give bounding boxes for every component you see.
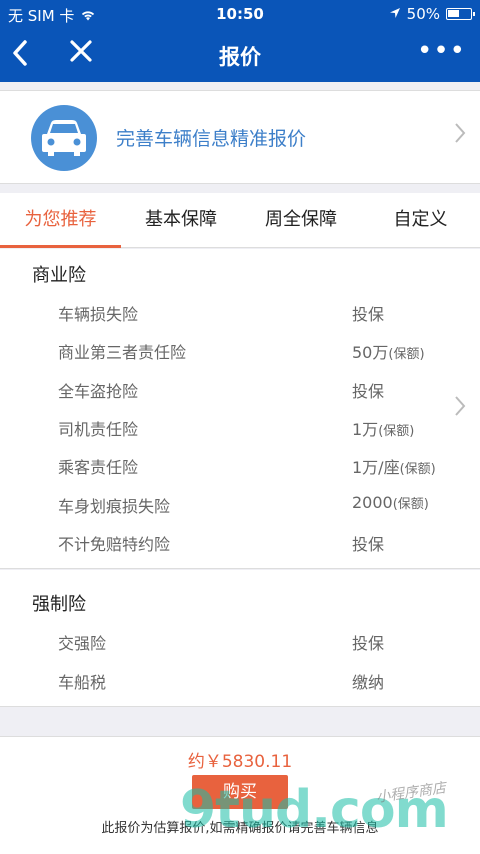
- chevron-right-icon: [454, 394, 466, 424]
- tab-recommended[interactable]: 为您推荐: [0, 193, 121, 247]
- coverage-value: 50万(保额): [352, 343, 425, 362]
- active-tab-indicator: [0, 245, 121, 248]
- nav-bar: 报价 •••: [0, 28, 480, 82]
- quote-footer: 约￥5830.11 购买 此报价为估算报价,如需精确报价请完善车辆信息: [0, 736, 480, 854]
- section-title: 强制险: [32, 594, 86, 615]
- coverage-label: 交强险: [58, 634, 107, 653]
- car-info-link: 完善车辆信息精准报价: [116, 128, 307, 150]
- coverage-label: 商业第三者责任险: [58, 343, 187, 362]
- coverage-label: 车身划痕损失险: [58, 497, 171, 516]
- tab-basic[interactable]: 基本保障: [121, 193, 241, 247]
- battery-icon: [446, 8, 475, 20]
- buy-button[interactable]: 购买: [192, 775, 288, 809]
- coverage-value: 投保: [352, 535, 385, 554]
- more-menu-button[interactable]: •••: [417, 36, 466, 66]
- tab-comprehensive[interactable]: 周全保障: [241, 193, 361, 247]
- coverage-value: 1万(保额): [352, 420, 415, 439]
- coverage-label: 不计免赔特约险: [58, 535, 171, 554]
- status-bar: 无 SIM 卡 10:50 50%: [0, 0, 480, 28]
- coverage-label: 乘客责任险: [58, 458, 139, 477]
- coverage-value: 投保: [352, 634, 385, 653]
- chevron-right-icon: [454, 121, 466, 151]
- chevron-left-icon[interactable]: [10, 38, 44, 72]
- car-icon: [31, 105, 97, 171]
- coverage-value: 投保: [352, 305, 385, 324]
- coverage-value: 投保: [352, 382, 385, 401]
- coverage-value: 缴纳: [352, 673, 385, 692]
- location-icon: [389, 5, 401, 23]
- plan-tabs: 为您推荐 基本保障 周全保障 自定义: [0, 193, 480, 248]
- tab-custom[interactable]: 自定义: [361, 193, 480, 247]
- close-icon[interactable]: [68, 38, 102, 72]
- coverage-value: 2000(保额): [352, 493, 429, 512]
- battery-text: 50%: [406, 5, 440, 23]
- coverage-label: 车辆损失险: [58, 305, 139, 324]
- compulsory-insurance-section: 强制险 交强险 投保 车船税 缴纳: [0, 570, 480, 707]
- coverage-label: 车船税: [58, 673, 107, 692]
- coverage-label: 全车盗抢险: [58, 382, 139, 401]
- section-title: 商业险: [32, 265, 86, 286]
- car-info-banner[interactable]: 完善车辆信息精准报价: [0, 90, 480, 184]
- coverage-value: 1万/座(保额): [352, 458, 436, 477]
- estimated-price: 约￥5830.11: [187, 752, 293, 772]
- coverage-label: 司机责任险: [58, 420, 139, 439]
- commercial-insurance-section[interactable]: 商业险 车辆损失险 投保 商业第三者责任险 50万(保额) 全车盗抢险 投保 司…: [0, 249, 480, 569]
- estimate-note: 此报价为估算报价,如需精确报价请完善车辆信息: [101, 821, 379, 836]
